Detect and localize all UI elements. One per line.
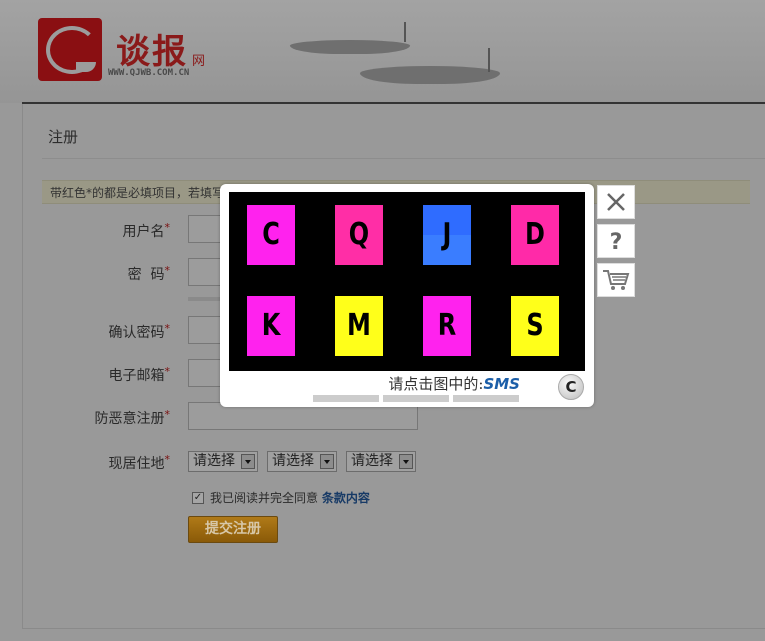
chevron-down-icon: [399, 454, 413, 469]
header-boat-decoration: [360, 66, 500, 84]
password-strength-bar: [188, 297, 224, 301]
captcha-tile[interactable]: Q: [335, 205, 383, 265]
captcha-progress-segment: [453, 395, 519, 402]
page-title: 注册: [48, 128, 79, 146]
email-label: 电子邮箱*: [108, 365, 171, 384]
close-icon: [607, 193, 625, 211]
city-select[interactable]: 请选择: [267, 451, 337, 472]
captcha-progress-segment: [313, 395, 379, 402]
chevron-down-icon: [320, 454, 334, 469]
site-header: 谈报 网 WWW.QJWB.COM.CN: [0, 0, 765, 103]
submit-button[interactable]: 提交注册: [188, 516, 278, 543]
captcha-image-grid: C Q J D K M R S: [229, 192, 585, 371]
anti-spam-label: 防恶意注册*: [94, 408, 171, 427]
help-button[interactable]: ?: [597, 224, 635, 258]
captcha-progress-segment: [383, 395, 449, 402]
province-select[interactable]: 请选择: [188, 451, 258, 472]
cart-icon: [603, 270, 630, 290]
header-boat-decoration: [290, 40, 410, 54]
terms-link[interactable]: 条款内容: [322, 491, 370, 505]
residence-label: 现居住地*: [108, 453, 171, 472]
confirm-password-label: 确认密码*: [108, 322, 171, 341]
captcha-target-text: SMS: [483, 375, 520, 393]
captcha-tile[interactable]: S: [511, 296, 559, 356]
captcha-dialog: C Q J D K M R S 请点击图中的:SMS C: [220, 184, 594, 407]
captcha-tile[interactable]: K: [247, 296, 295, 356]
site-logo[interactable]: [38, 18, 102, 81]
svg-text:?: ?: [610, 230, 623, 253]
captcha-tile[interactable]: R: [423, 296, 471, 356]
agree-text: 我已阅读并完全同意 条款内容: [210, 491, 370, 505]
refresh-icon[interactable]: C: [558, 374, 584, 400]
help-icon: ?: [610, 230, 623, 253]
logo-url: WWW.QJWB.COM.CN: [108, 68, 190, 78]
captcha-prompt: 请点击图中的:SMS: [388, 375, 520, 393]
captcha-tile[interactable]: D: [511, 205, 559, 265]
agree-checkbox[interactable]: ✓: [192, 492, 204, 504]
district-select[interactable]: 请选择: [346, 451, 416, 472]
username-label: 用户名*: [122, 221, 171, 240]
captcha-tile[interactable]: J: [423, 205, 471, 265]
logo-suffix: 网: [192, 54, 206, 69]
password-label: 密 码*: [127, 264, 170, 283]
logo-title: 谈报: [116, 32, 188, 72]
captcha-tile[interactable]: M: [335, 296, 383, 356]
close-button[interactable]: [597, 185, 635, 219]
captcha-tile[interactable]: C: [247, 205, 295, 265]
chevron-down-icon: [241, 454, 255, 469]
cart-button[interactable]: [597, 263, 635, 297]
